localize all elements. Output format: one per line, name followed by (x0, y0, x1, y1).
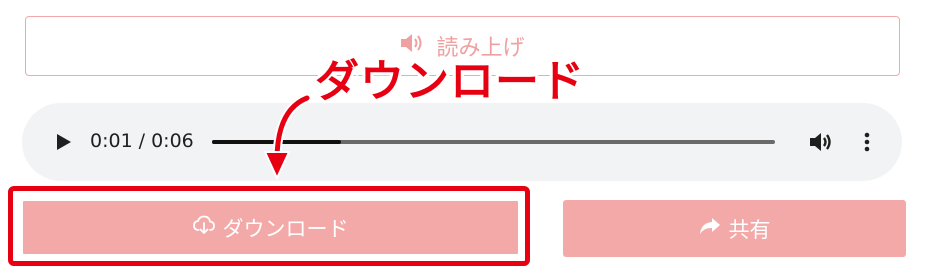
download-button[interactable]: ダウンロード (21, 199, 520, 256)
annotation-arrow-icon (263, 93, 312, 181)
duration: 0:06 (151, 130, 194, 152)
more-vertical-icon[interactable] (860, 130, 874, 154)
share-button[interactable]: 共有 (563, 200, 906, 257)
play-icon[interactable] (50, 129, 76, 155)
annotation-label: ダウンロード (312, 56, 587, 107)
volume-icon[interactable] (808, 130, 834, 154)
download-label: ダウンロード (222, 216, 349, 241)
share-label: 共有 (728, 217, 771, 242)
share-arrow-icon (699, 216, 721, 241)
time-display: 0:01/0:06 (90, 130, 194, 152)
audio-player: 0:01/0:06 (22, 103, 902, 181)
time-separator: / (138, 130, 146, 152)
cloud-download-icon (192, 215, 215, 240)
current-time: 0:01 (90, 130, 133, 152)
page: 読み上げ 0:01/0:06 ダウンロード ダウンロード 共有 (0, 0, 930, 273)
